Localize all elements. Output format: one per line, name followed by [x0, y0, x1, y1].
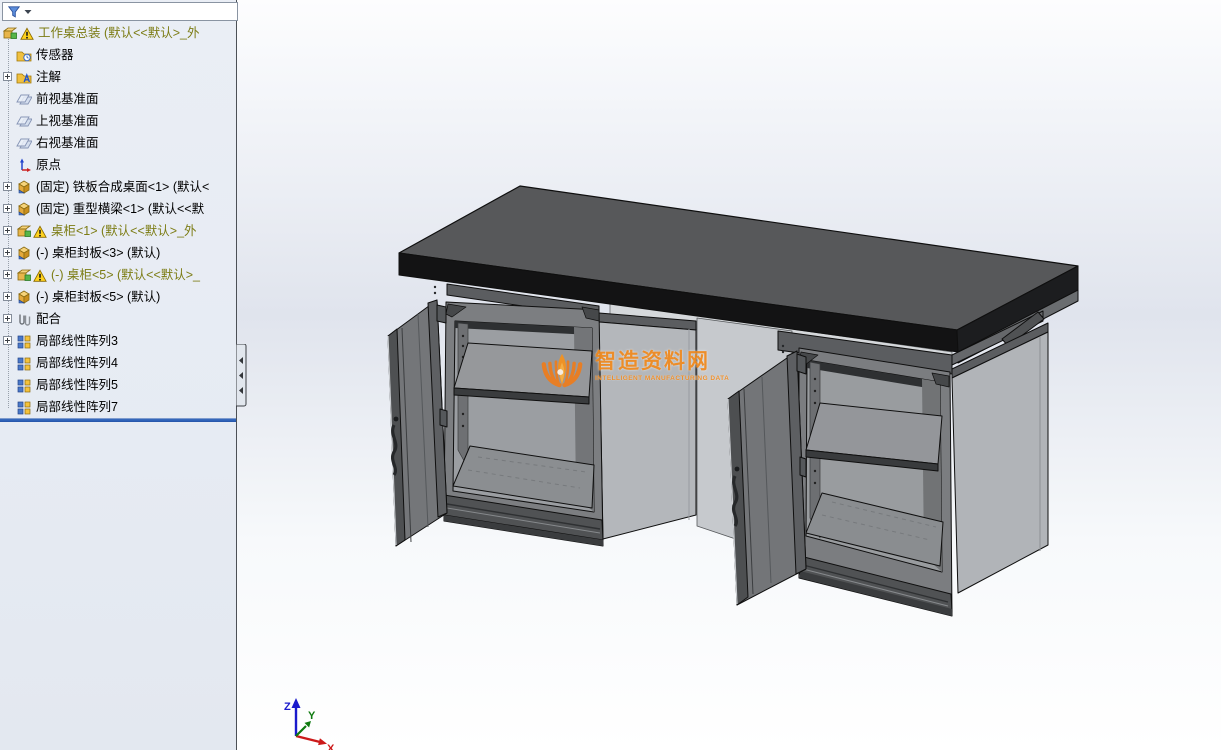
tree-item[interactable]: 局部线性阵列7 [0, 396, 236, 418]
part-icon [16, 201, 32, 217]
feature-tree-panel: 工作桌总装 (默认<<默认>_外传感器注解前视基准面上视基准面右视基准面原点 (固… [0, 0, 237, 750]
tree-item[interactable]: 前视基准面 [0, 88, 236, 110]
feature-tree: 工作桌总装 (默认<<默认>_外传感器注解前视基准面上视基准面右视基准面原点 (固… [0, 22, 236, 418]
tree-item[interactable]: (固定) 重型横梁<1> (默认<<默 [0, 198, 236, 220]
z-axis-arrow [292, 698, 301, 708]
plane-icon [16, 135, 32, 151]
orientation-triad: Z X Y [284, 698, 335, 750]
tree-item[interactable]: 局部线性阵列4 [0, 352, 236, 374]
part-icon [16, 289, 32, 305]
expander-plus-icon[interactable] [3, 248, 12, 257]
expander-plus-icon[interactable] [3, 226, 12, 235]
expander-plus-icon[interactable] [3, 292, 12, 301]
tree-item-label: (-) 桌柜封板<3> (默认) [36, 246, 160, 260]
right-door-keyhole [735, 467, 740, 472]
expander-plus-icon[interactable] [3, 72, 12, 81]
left-cabinet-side [599, 322, 696, 539]
tree-item-label: 局部线性阵列7 [36, 400, 118, 414]
filter-funnel-icon [7, 5, 21, 19]
part-icon [16, 179, 32, 195]
expander-plus-icon[interactable] [3, 270, 12, 279]
tree-item[interactable]: 注解 [0, 66, 236, 88]
annotations-icon [16, 69, 32, 85]
left-cabinet [388, 284, 696, 546]
tree-item[interactable]: 右视基准面 [0, 132, 236, 154]
y-axis-label: Y [308, 710, 316, 722]
tree-item-label: 前视基准面 [36, 92, 99, 106]
left-door-hinge [437, 305, 446, 323]
tree-item-label: (固定) 铁板合成桌面<1> (默认< [36, 180, 209, 194]
tree-filter-box[interactable] [2, 2, 238, 21]
tree-item-label: 上视基准面 [36, 114, 99, 128]
plane-icon [16, 113, 32, 129]
pattern-icon [16, 377, 32, 393]
right-door-hinge [797, 354, 806, 374]
pattern-icon [16, 399, 32, 415]
tree-item[interactable]: 传感器 [0, 44, 236, 66]
right-cabinet-side [952, 332, 1048, 593]
assembly-icon [16, 267, 32, 283]
expander-plus-icon[interactable] [3, 314, 12, 323]
tree-item[interactable]: (-) 桌柜封板<5> (默认) [0, 286, 236, 308]
tree-item-label: 注解 [36, 70, 61, 84]
tree-item[interactable]: 上视基准面 [0, 110, 236, 132]
assembly-icon [2, 25, 18, 41]
tree-item-label: 工作桌总装 (默认<<默认>_外 [38, 26, 200, 40]
tree-item-label: (-) 桌柜封板<5> (默认) [36, 290, 160, 304]
left-cabinet-door [388, 300, 447, 546]
panel-splitter-handle[interactable] [236, 344, 249, 408]
tree-item[interactable]: 局部线性阵列3 [0, 330, 236, 352]
part-icon [16, 245, 32, 261]
tree-item-label: 局部线性阵列3 [36, 334, 118, 348]
z-axis-label: Z [284, 701, 291, 713]
warning-icon [33, 225, 47, 239]
tree-item-label: 原点 [36, 158, 61, 172]
tree-item-label: 局部线性阵列4 [36, 356, 118, 370]
x-axis-arrow [318, 738, 327, 745]
x-axis-label: X [327, 743, 335, 750]
warning-icon [33, 269, 47, 283]
tree-item-label: (-) 桌柜<5> (默认<<默认>_ [51, 268, 200, 282]
dropdown-caret-icon[interactable] [24, 9, 32, 15]
tree-item-label: 右视基准面 [36, 136, 99, 150]
rollback-bar[interactable] [0, 418, 236, 422]
tree-item-label: 传感器 [36, 48, 74, 62]
tree-item-label: 配合 [36, 312, 61, 326]
assembly-icon [16, 223, 32, 239]
tree-item-label: (固定) 重型横梁<1> (默认<<默 [36, 202, 204, 216]
tree-item[interactable]: 工作桌总装 (默认<<默认>_外 [0, 22, 236, 44]
sensors-icon [16, 47, 32, 63]
expander-plus-icon[interactable] [3, 204, 12, 213]
tree-item[interactable]: 原点 [0, 154, 236, 176]
mates-icon [16, 311, 32, 327]
pattern-icon [16, 355, 32, 371]
expander-plus-icon[interactable] [3, 182, 12, 191]
tree-item-label: 局部线性阵列5 [36, 378, 118, 392]
tree-item-label: 桌柜<1> (默认<<默认>_外 [51, 224, 197, 238]
tree-item[interactable]: (-) 桌柜封板<3> (默认) [0, 242, 236, 264]
plane-icon [16, 91, 32, 107]
pattern-icon [16, 333, 32, 349]
tree-item[interactable]: 局部线性阵列5 [0, 374, 236, 396]
left-door-keyhole [394, 417, 399, 422]
origin-icon [16, 157, 32, 173]
tree-item[interactable]: 配合 [0, 308, 236, 330]
tree-item[interactable]: (固定) 铁板合成桌面<1> (默认< [0, 176, 236, 198]
tree-item[interactable]: (-) 桌柜<5> (默认<<默认>_ [0, 264, 236, 286]
tree-item[interactable]: 桌柜<1> (默认<<默认>_外 [0, 220, 236, 242]
expander-plus-icon[interactable] [3, 336, 12, 345]
warning-icon [20, 27, 34, 41]
